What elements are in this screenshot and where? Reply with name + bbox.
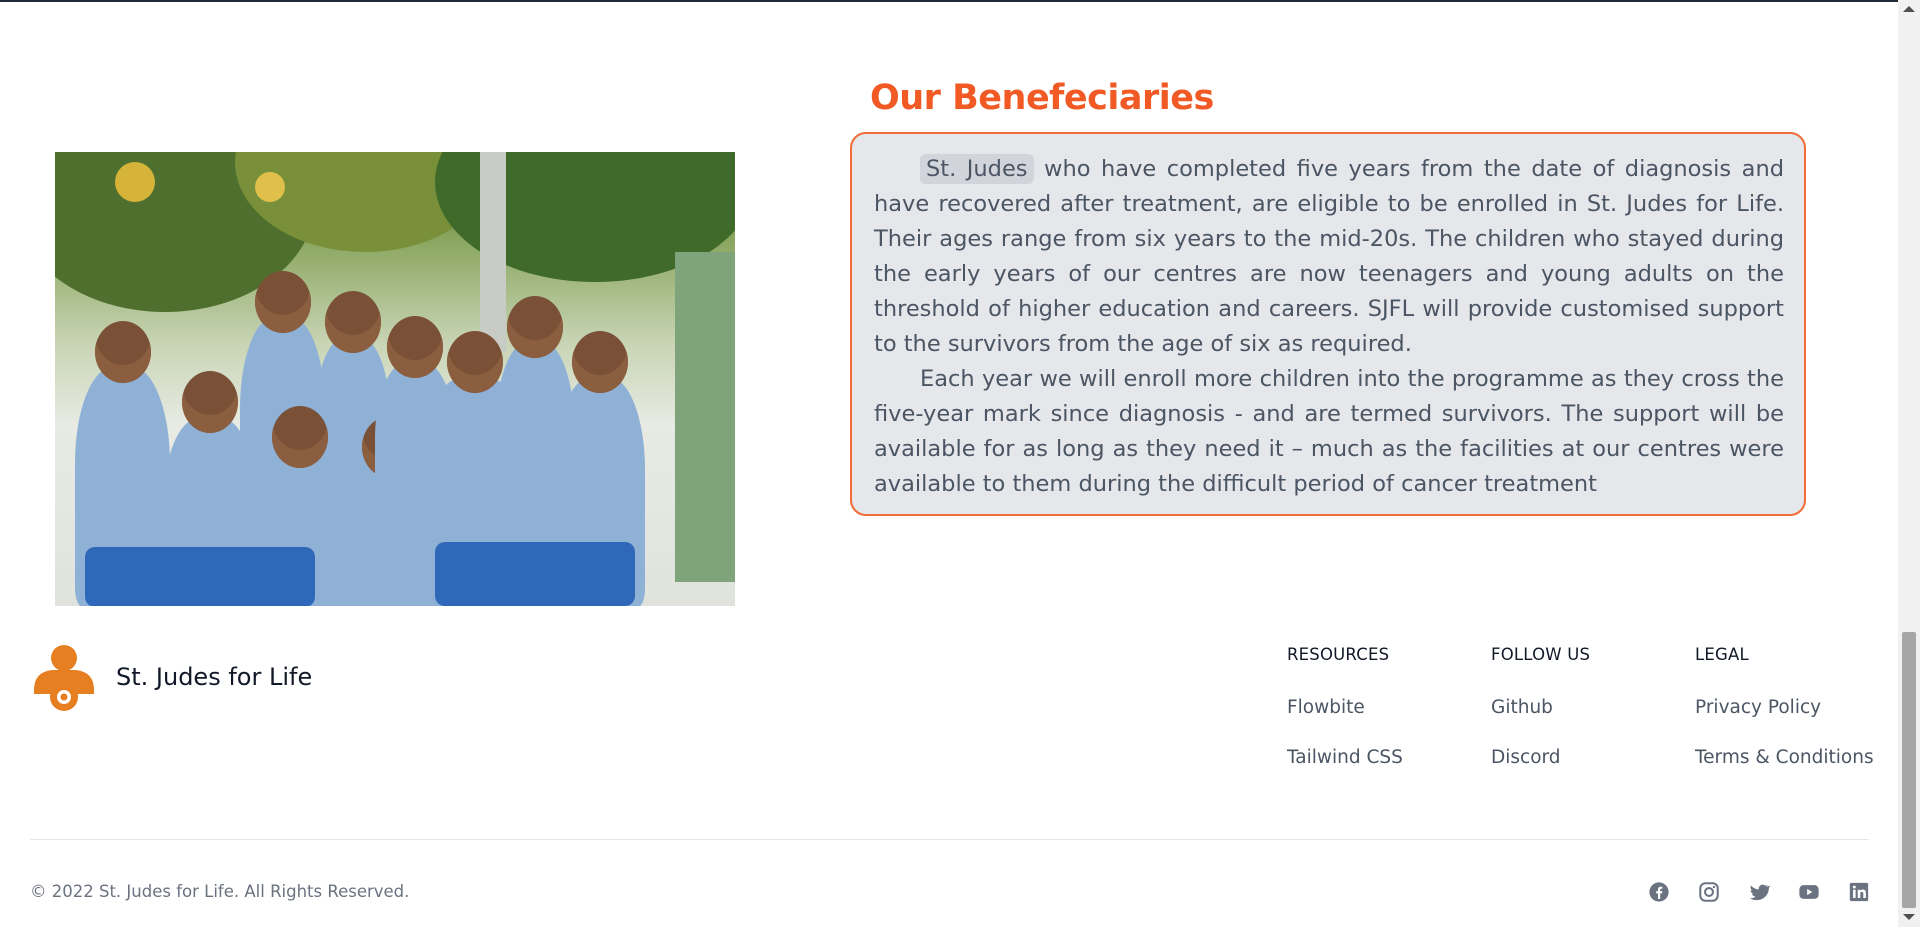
paragraph-2: Each year we will enroll more children i… bbox=[874, 366, 1784, 497]
link-tailwind-css[interactable]: Tailwind CSS bbox=[1287, 746, 1403, 769]
link-flowbite[interactable]: Flowbite bbox=[1287, 696, 1403, 719]
linkedin-icon[interactable] bbox=[1848, 881, 1870, 903]
link-privacy-policy[interactable]: Privacy Policy bbox=[1695, 696, 1874, 719]
section-title: Our Benefeciaries bbox=[870, 78, 1214, 118]
scrollbar-thumb[interactable] bbox=[1902, 632, 1916, 908]
footer-column-follow-us: Follow us Github Discord bbox=[1491, 645, 1590, 796]
youtube-icon[interactable] bbox=[1798, 881, 1820, 903]
copyright-text: © 2022 St. Judes for Life. All Rights Re… bbox=[30, 882, 410, 901]
beneficiaries-text-box: St. Judes who have completed five years … bbox=[850, 132, 1806, 516]
footer-brand[interactable]: St. Judes for Life bbox=[32, 642, 312, 712]
beneficiaries-photo bbox=[55, 152, 735, 606]
column-heading-legal: Legal bbox=[1695, 645, 1749, 664]
footer-column-resources: Resources Flowbite Tailwind CSS bbox=[1287, 645, 1403, 796]
link-github[interactable]: Github bbox=[1491, 696, 1590, 719]
top-border bbox=[0, 0, 1898, 2]
brand-name: St. Judes for Life bbox=[116, 663, 313, 691]
st-judes-logo-icon bbox=[34, 645, 94, 711]
scroll-down-arrow-icon[interactable] bbox=[1903, 914, 1915, 920]
link-discord[interactable]: Discord bbox=[1491, 746, 1590, 769]
instagram-icon[interactable] bbox=[1698, 881, 1720, 903]
paragraph-1: St. Judes who have completed five years … bbox=[874, 152, 1784, 362]
facebook-icon[interactable] bbox=[1648, 881, 1670, 903]
scroll-up-arrow-icon[interactable] bbox=[1903, 6, 1915, 12]
link-terms-conditions[interactable]: Terms & Conditions bbox=[1695, 746, 1874, 769]
column-heading-follow-us: Follow us bbox=[1491, 645, 1591, 664]
highlighted-text: St. Judes bbox=[920, 154, 1034, 184]
page-scrollbar[interactable] bbox=[1898, 0, 1920, 927]
paragraph-1-text: who have completed five years from the d… bbox=[874, 156, 1784, 357]
footer-divider bbox=[30, 839, 1869, 840]
footer-column-legal: Legal Privacy Policy Terms & Conditions bbox=[1695, 645, 1874, 796]
column-heading-resources: Resources bbox=[1287, 645, 1390, 664]
twitter-icon[interactable] bbox=[1748, 881, 1770, 903]
